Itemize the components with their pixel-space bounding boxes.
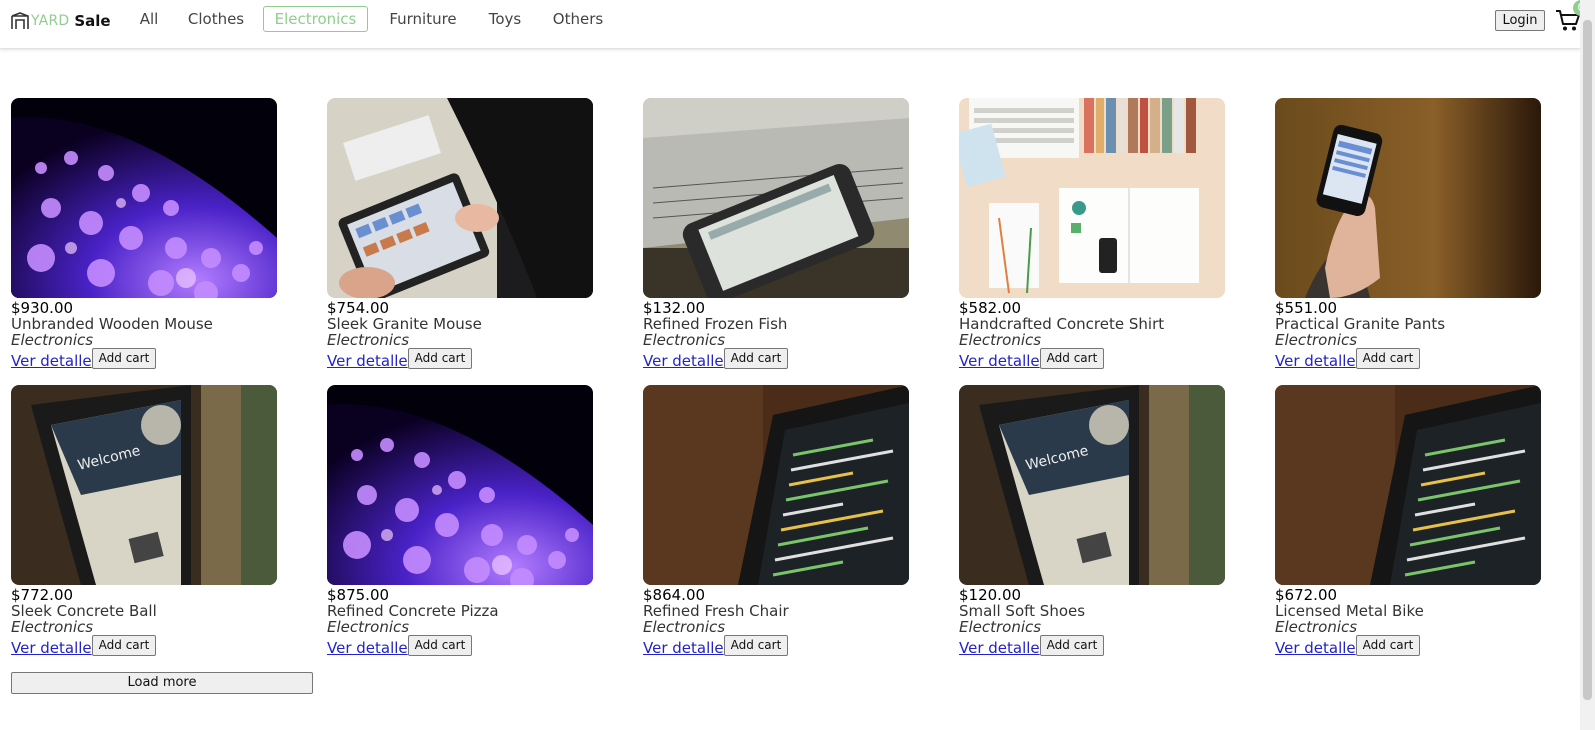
add-cart-button[interactable]: Add cart: [723, 635, 789, 656]
product-category: Electronics: [1275, 618, 1358, 636]
product-card: $864.00 Refined Fresh Chair Electronics …: [643, 385, 909, 656]
product-name: Practical Granite Pants: [1275, 315, 1446, 333]
view-detail-link[interactable]: Ver detalle: [327, 640, 408, 656]
product-price: $754.00: [327, 299, 390, 317]
product-name: Refined Fresh Chair: [643, 602, 789, 620]
product-card: $930.00 Unbranded Wooden Mouse Electroni…: [11, 98, 277, 369]
product-category: Electronics: [11, 331, 94, 349]
product-card: $132.00 Refined Frozen Fish Electronics …: [643, 98, 909, 369]
product-name: Refined Frozen Fish: [643, 315, 788, 333]
product-image-tablet-welcome[interactable]: Welcome: [959, 385, 1225, 585]
load-more-button[interactable]: Load more: [11, 672, 313, 694]
product-price: $582.00: [959, 299, 1022, 317]
add-cart-button[interactable]: Add cart: [723, 348, 789, 369]
product-category: Electronics: [959, 331, 1042, 349]
product-name: Sleek Concrete Ball: [11, 602, 157, 620]
product-image-code-screen[interactable]: [643, 385, 909, 585]
brand-prefix: YARD: [31, 13, 70, 29]
product-image-desk-flatlay[interactable]: [959, 98, 1225, 298]
product-category: Electronics: [327, 331, 410, 349]
view-detail-link[interactable]: Ver detalle: [327, 353, 408, 369]
product-category: Electronics: [643, 618, 726, 636]
add-cart-button[interactable]: Add cart: [91, 635, 157, 656]
view-detail-link[interactable]: Ver detalle: [1275, 640, 1356, 656]
product-image-tablet-welcome[interactable]: Welcome: [11, 385, 277, 585]
view-detail-link[interactable]: Ver detalle: [959, 640, 1040, 656]
product-price: $551.00: [1275, 299, 1338, 317]
product-category: Electronics: [643, 331, 726, 349]
product-image-phone-laptop[interactable]: [643, 98, 909, 298]
add-cart-button[interactable]: Add cart: [1355, 635, 1421, 656]
product-card: $754.00 Sleek Granite Mouse Electronics …: [327, 98, 593, 369]
product-price: $772.00: [11, 586, 74, 604]
add-cart-button[interactable]: Add cart: [91, 348, 157, 369]
product-category: Electronics: [327, 618, 410, 636]
view-detail-link[interactable]: Ver detalle: [959, 353, 1040, 369]
product-card: $582.00 Handcrafted Concrete Shirt Elect…: [959, 98, 1225, 369]
product-price: $930.00: [11, 299, 74, 317]
add-cart-button[interactable]: Add cart: [1039, 348, 1105, 369]
view-detail-link[interactable]: Ver detalle: [11, 353, 92, 369]
nav-all[interactable]: All: [133, 6, 165, 32]
product-image-fiber-optic[interactable]: [11, 98, 277, 298]
brand-name: Sale: [74, 12, 111, 30]
nav-others[interactable]: Others: [549, 6, 607, 32]
product-name: Small Soft Shoes: [959, 602, 1086, 620]
product-price: $875.00: [327, 586, 390, 604]
product-name: Sleek Granite Mouse: [327, 315, 482, 333]
product-price: $864.00: [643, 586, 706, 604]
nav-clothes[interactable]: Clothes: [184, 6, 248, 32]
product-name: Unbranded Wooden Mouse: [11, 315, 213, 333]
product-card: $551.00 Practical Granite Pants Electron…: [1275, 98, 1541, 369]
product-price: $132.00: [643, 299, 706, 317]
view-detail-link[interactable]: Ver detalle: [643, 353, 724, 369]
product-category: Electronics: [1275, 331, 1358, 349]
product-category: Electronics: [959, 618, 1042, 636]
login-button[interactable]: Login: [1495, 10, 1545, 31]
product-price: $120.00: [959, 586, 1022, 604]
product-image-code-screen[interactable]: [1275, 385, 1541, 585]
product-price: $672.00: [1275, 586, 1338, 604]
storefront-icon: [11, 12, 29, 29]
product-category: Electronics: [11, 618, 94, 636]
scrollbar[interactable]: [1580, 0, 1595, 730]
brand-logo[interactable]: YARD Sale: [10, 10, 111, 32]
product-card: Welcome $120.00 Small Soft Shoes Electro…: [959, 385, 1225, 656]
product-name: Licensed Metal Bike: [1275, 602, 1424, 620]
add-cart-button[interactable]: Add cart: [1355, 348, 1421, 369]
product-card: $875.00 Refined Concrete Pizza Electroni…: [327, 385, 593, 656]
add-cart-button[interactable]: Add cart: [407, 635, 473, 656]
add-cart-button[interactable]: Add cart: [407, 348, 473, 369]
product-name: Handcrafted Concrete Shirt: [959, 315, 1165, 333]
product-image-fiber-optic[interactable]: [327, 385, 593, 585]
product-card: Welcome $772.00 Sleek Concrete Ball Elec…: [11, 385, 277, 656]
scrollbar-thumb[interactable]: [1583, 20, 1592, 700]
view-detail-link[interactable]: Ver detalle: [1275, 353, 1356, 369]
view-detail-link[interactable]: Ver detalle: [11, 640, 92, 656]
product-card: $672.00 Licensed Metal Bike Electronics …: [1275, 385, 1541, 656]
product-name: Refined Concrete Pizza: [327, 602, 499, 620]
nav-electronics[interactable]: Electronics: [263, 6, 368, 32]
add-cart-button[interactable]: Add cart: [1039, 635, 1105, 656]
product-image-tablet-hands[interactable]: [327, 98, 593, 298]
nav-toys[interactable]: Toys: [484, 6, 526, 32]
navbar: YARD Sale All Clothes Electronics Furnit…: [0, 0, 1589, 49]
view-detail-link[interactable]: Ver detalle: [643, 640, 724, 656]
nav-furniture[interactable]: Furniture: [384, 6, 462, 32]
product-image-hand-phone[interactable]: [1275, 98, 1541, 298]
